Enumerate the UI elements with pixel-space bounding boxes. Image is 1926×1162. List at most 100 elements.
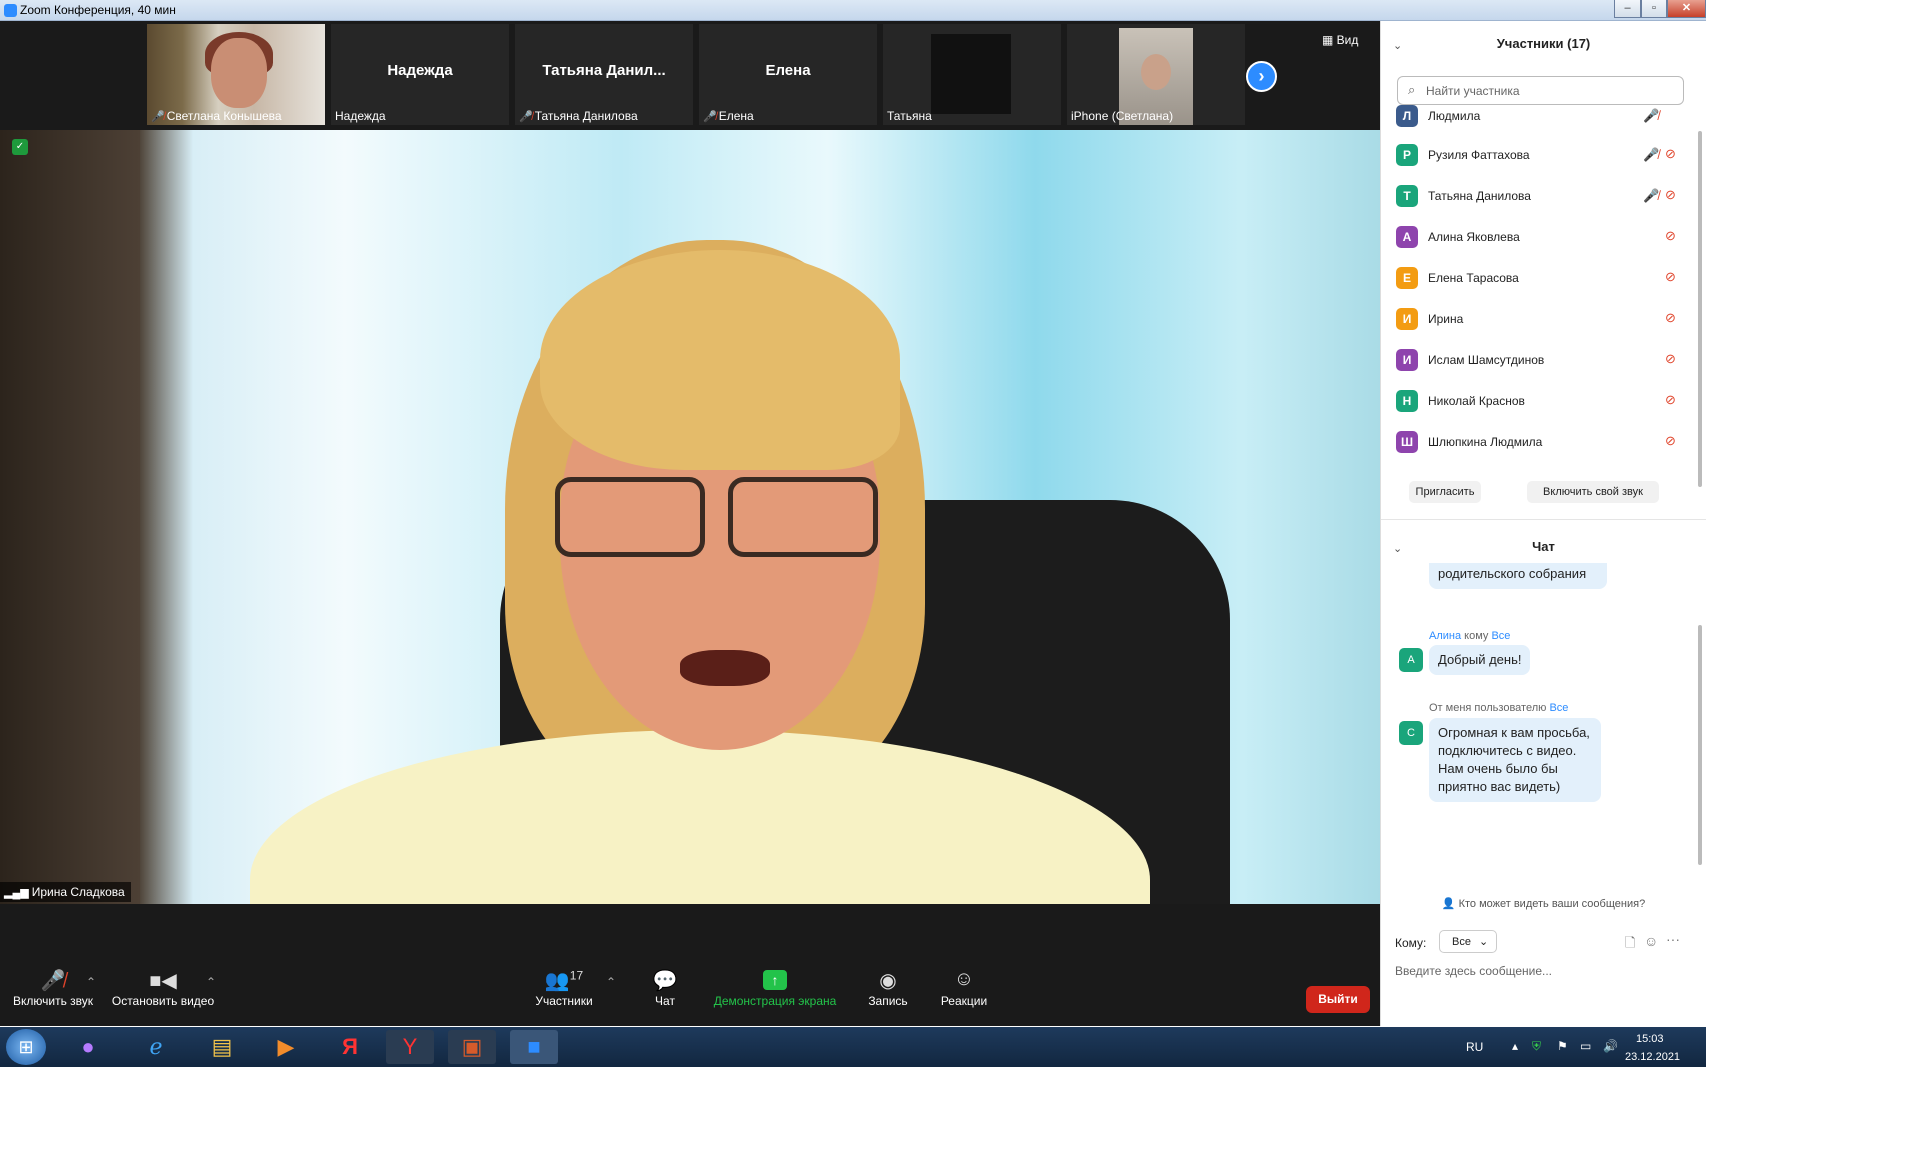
- participant-row[interactable]: Е Елена Тарасова ⊘: [1396, 260, 1686, 294]
- next-page-button[interactable]: ›: [1246, 61, 1277, 92]
- thumbnail-video[interactable]: Татьяна: [883, 24, 1061, 125]
- chevron-down-icon: ⌄: [1478, 936, 1489, 948]
- mic-muted-icon: 🎤̸: [1643, 188, 1660, 203]
- file-icon[interactable]: 🗋: [1625, 934, 1635, 956]
- record-button[interactable]: ◉ Запись: [860, 968, 916, 1008]
- unmute-button[interactable]: 🎤̸ Включить звук: [8, 968, 98, 1008]
- thumbnail-name: Надежда: [335, 109, 386, 123]
- participants-scrollbar[interactable]: [1698, 131, 1702, 487]
- minimize-button[interactable]: –: [1614, 0, 1641, 18]
- camera-off-icon: ⊘: [1665, 146, 1676, 161]
- chat-recipient-select[interactable]: Все ⌄: [1439, 930, 1497, 953]
- invite-button[interactable]: Пригласить: [1409, 481, 1481, 503]
- participants-title: Участники (17): [1496, 36, 1591, 51]
- volume-icon[interactable]: 🔊: [1603, 1039, 1618, 1053]
- participants-options-caret[interactable]: ⌃: [606, 975, 616, 989]
- yandex-icon[interactable]: Я: [326, 1030, 374, 1064]
- mic-muted-icon: 🎤̸: [703, 111, 717, 123]
- chat-message-meta: Алина кому Все: [1429, 630, 1511, 642]
- leave-button[interactable]: Выйти: [1306, 986, 1370, 1013]
- chat-message-text: Огромная к вам просьба, подключитесь с в…: [1429, 718, 1601, 802]
- mic-muted-icon: 🎤̸: [151, 111, 165, 123]
- who-can-see-link[interactable]: 👤 Кто может видеть ваши сообщения?: [1381, 897, 1706, 910]
- participant-row[interactable]: Н Николай Краснов ⊘: [1396, 383, 1686, 417]
- participant-row[interactable]: Т Татьяна Данилова 🎤̸ ⊘: [1396, 178, 1686, 212]
- participant-avatar: Л: [1396, 105, 1418, 127]
- search-icon: ⌕: [1408, 82, 1416, 97]
- participant-avatar: Р: [1396, 144, 1418, 166]
- chat-to-label: Кому:: [1395, 936, 1427, 950]
- file-explorer-icon[interactable]: ▤: [198, 1030, 246, 1064]
- antivirus-icon[interactable]: ⛨: [1532, 1039, 1541, 1054]
- video-options-caret[interactable]: ⌃: [206, 975, 216, 989]
- participant-name: Рузиля Фаттахова: [1428, 148, 1530, 162]
- participant-avatar: Н: [1396, 390, 1418, 412]
- participant-row[interactable]: И Ирина ⊘: [1396, 301, 1686, 335]
- more-options-icon[interactable]: ···: [1666, 931, 1680, 947]
- tray-expand-icon[interactable]: ▴: [1512, 1039, 1518, 1053]
- network-icon[interactable]: ▭: [1580, 1039, 1591, 1053]
- stop-video-button[interactable]: ■◀ Остановить видео: [108, 968, 218, 1008]
- internet-explorer-icon[interactable]: ℯ: [132, 1030, 180, 1064]
- camera-off-icon: ⊘: [1665, 310, 1676, 325]
- view-button[interactable]: ▦ Вид: [1322, 33, 1358, 47]
- share-screen-button[interactable]: ↑ Демонстрация экрана: [710, 968, 840, 1008]
- participant-row[interactable]: Ш Шлюпкина Людмила ⊘: [1396, 424, 1686, 458]
- reactions-label: Реакции: [940, 994, 988, 1008]
- thumbnail-video[interactable]: 🎤̸ Светлана Конышева: [147, 24, 325, 125]
- share-screen-label: Демонстрация экрана: [713, 994, 837, 1008]
- camera-off-icon: ⊘: [1665, 433, 1676, 448]
- emoji-icon[interactable]: ☺: [1644, 933, 1658, 949]
- chat-message-input[interactable]: Введите здесь сообщение...: [1395, 964, 1552, 978]
- flag-icon[interactable]: ⚑: [1557, 1039, 1568, 1053]
- thumbnail-video[interactable]: iPhone (Светлана): [1067, 24, 1245, 125]
- start-button[interactable]: ⊞: [6, 1029, 46, 1065]
- yandex-browser-icon[interactable]: Y: [386, 1030, 434, 1064]
- thumbnail-video[interactable]: Татьяна Данил... 🎤̸ Татьяна Данилова: [515, 24, 693, 125]
- chat-message-meta: От меня пользователю Все: [1429, 702, 1569, 714]
- mic-muted-icon: 🎤̸: [1643, 147, 1660, 162]
- participant-avatar: Т: [1396, 185, 1418, 207]
- chat-button[interactable]: 💬 Чат: [640, 968, 690, 1008]
- mic-muted-icon: 🎤̸: [1643, 108, 1660, 123]
- encryption-shield-icon[interactable]: ✓: [12, 139, 28, 155]
- close-button[interactable]: ✕: [1667, 0, 1706, 18]
- chat-scrollbar[interactable]: [1698, 625, 1702, 865]
- chat-message-text: родительского собрания: [1429, 563, 1607, 589]
- participants-button[interactable]: 👥17 Участники: [524, 968, 604, 1008]
- alice-assistant-icon[interactable]: ●: [64, 1030, 112, 1064]
- audio-options-caret[interactable]: ⌃: [86, 975, 96, 989]
- powerpoint-icon[interactable]: ▣: [448, 1030, 496, 1064]
- restore-button[interactable]: ▫: [1641, 0, 1667, 18]
- camera-off-icon: ⊘: [1665, 228, 1676, 243]
- chat-title: Чат: [1532, 539, 1555, 554]
- camera-off-icon: ⊘: [1665, 392, 1676, 407]
- participant-row[interactable]: Р Рузиля Фаттахова 🎤̸ ⊘: [1396, 137, 1686, 171]
- media-player-icon[interactable]: ▶: [262, 1030, 310, 1064]
- participant-row[interactable]: А Алина Яковлева ⊘: [1396, 219, 1686, 253]
- signal-bars-icon: ▂▄▆: [4, 887, 29, 899]
- camera-off-icon: ⊘: [1665, 351, 1676, 366]
- clock-time[interactable]: 15:03: [1636, 1033, 1664, 1045]
- participant-row[interactable]: И Ислам Шамсутдинов ⊘: [1396, 342, 1686, 376]
- participant-name: Татьяна Данилова: [1428, 189, 1531, 203]
- window-titlebar: Zoom Конференция, 40 мин: [0, 0, 1706, 21]
- unmute-self-button[interactable]: Включить свой звук: [1527, 481, 1659, 503]
- mic-muted-icon: 🎤̸: [40, 970, 66, 992]
- participant-name: Ирина: [1428, 312, 1464, 326]
- thumbnail-video[interactable]: Надежда Надежда: [331, 24, 509, 125]
- language-indicator[interactable]: RU: [1466, 1040, 1483, 1054]
- thumbnail-big-name: Надежда: [387, 62, 453, 79]
- reactions-button[interactable]: ☺ Реакции: [934, 968, 994, 1008]
- clock-date[interactable]: 23.12.2021: [1625, 1051, 1680, 1063]
- thumbnail-video[interactable]: Елена 🎤̸ Елена: [699, 24, 877, 125]
- zoom-taskbar-icon[interactable]: ■: [510, 1030, 558, 1064]
- thumbnail-name: Татьяна Данилова: [534, 109, 638, 123]
- participant-search-input[interactable]: ⌕ Найти участника: [1397, 76, 1684, 105]
- participant-avatar: И: [1396, 349, 1418, 371]
- thumbnail-strip: 🎤̸ Светлана Конышева Надежда Надежда Тать…: [0, 21, 1380, 129]
- zoom-logo-icon: [4, 4, 17, 17]
- participants-label: Участники: [535, 994, 593, 1008]
- speaker-name-label: ▂▄▆ Ирина Сладкова: [0, 882, 131, 902]
- participant-row[interactable]: Л Людмила 🎤̸: [1396, 105, 1686, 139]
